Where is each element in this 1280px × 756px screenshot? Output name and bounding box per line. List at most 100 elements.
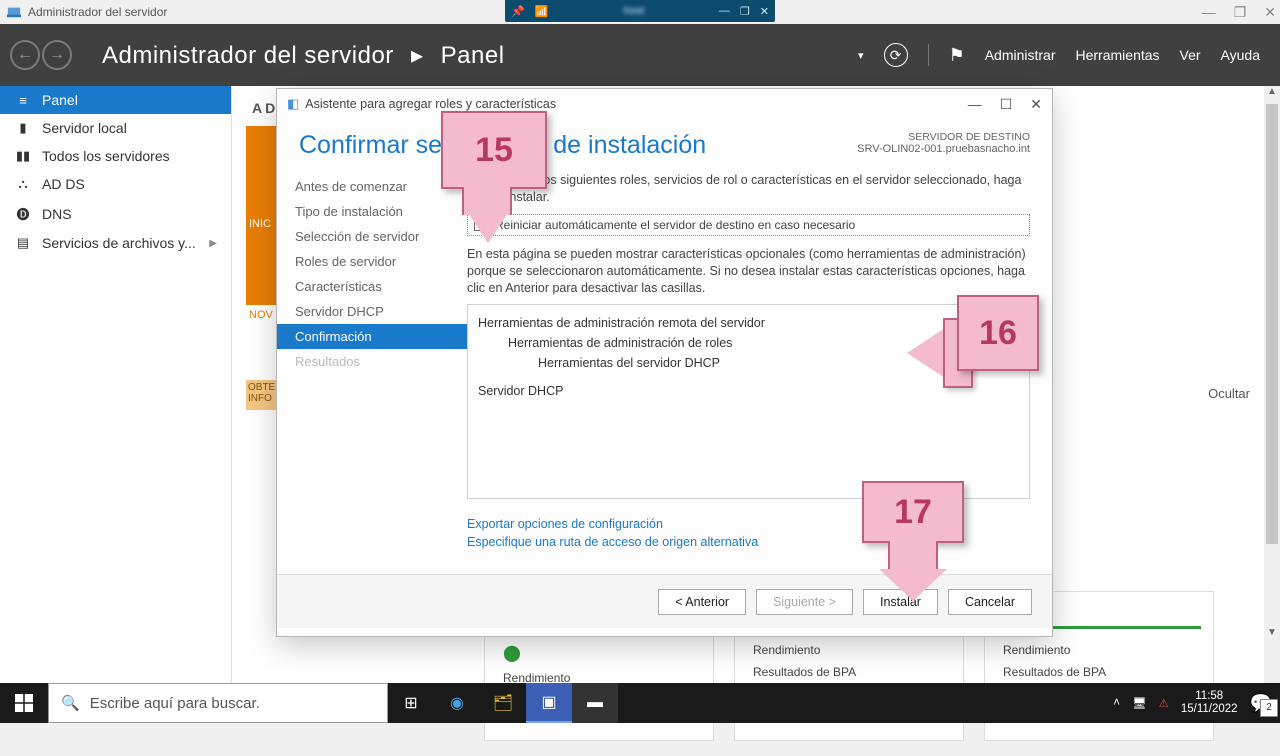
search-placeholder: Escribe aquí para buscar. — [90, 695, 260, 712]
wizard-step-type[interactable]: Tipo de instalación — [277, 199, 467, 224]
app-title: Administrador del servidor — [28, 5, 167, 19]
wizard-intro-text: Para instalar los siguientes roles, serv… — [467, 172, 1030, 206]
task-view-button[interactable]: ⊞ — [388, 683, 434, 723]
wizard-step-confirm[interactable]: Confirmación — [277, 324, 467, 349]
clock-time: 11:58 — [1181, 690, 1238, 703]
wizard-heading: Confirmar selecciones de instalación SER… — [277, 119, 1052, 164]
sidebar-item-files[interactable]: ▤Servicios de archivos y...▶ — [0, 229, 231, 257]
wizard-icon: ◧ — [287, 96, 299, 112]
wizard-step-server[interactable]: Selección de servidor — [277, 224, 467, 249]
menu-ayuda[interactable]: Ayuda — [1221, 47, 1260, 63]
server-icon: ▮ — [14, 120, 32, 136]
nav-forward-button[interactable]: → — [42, 40, 72, 70]
wizard-step-features[interactable]: Características — [277, 274, 467, 299]
host-close-icon[interactable]: ✕ — [1264, 4, 1276, 21]
divider — [928, 44, 929, 66]
notification-button[interactable]: 💬 2 — [1250, 693, 1272, 714]
wizard-maximize-icon[interactable]: ☐ — [1000, 96, 1013, 113]
sidebar-item-local[interactable]: ▮ Servidor local — [0, 114, 231, 142]
sidebar-item-dns[interactable]: 🅓DNS — [0, 198, 231, 229]
taskbar-search[interactable]: 🔍 Escribe aquí para buscar. — [48, 683, 388, 723]
rdp-close-icon[interactable]: ✕ — [760, 5, 769, 18]
rdp-connection-bar[interactable]: 📌 📶 host — ❐ ✕ — [505, 0, 775, 22]
scrollbar-vertical[interactable]: ▲ ▼ — [1264, 86, 1280, 683]
sidebar-item-all[interactable]: ▮▮Todos los servidores — [0, 142, 231, 170]
taskbar-explorer-icon[interactable]: 🗂 — [480, 683, 526, 723]
wizard-note-text: En esta página se pueden mostrar caracte… — [467, 246, 1030, 297]
annotation-15-stem — [462, 187, 512, 215]
rdp-minimize-icon[interactable]: — — [719, 5, 730, 17]
breadcrumb-sep: ▸ — [411, 42, 424, 69]
tile-row-bpa: Resultados de BPA — [735, 661, 963, 683]
rdp-restore-icon[interactable]: ❐ — [740, 5, 750, 18]
tile-row-item: ⬤ — [485, 639, 713, 667]
wizard-step-roles[interactable]: Roles de servidor — [277, 249, 467, 274]
rdp-host-name: host — [548, 5, 719, 17]
scroll-thumb[interactable] — [1266, 104, 1278, 544]
scroll-down-icon[interactable]: ▼ — [1264, 627, 1280, 643]
annotation-16: 16 — [957, 295, 1039, 371]
rdp-pin-icon[interactable]: 📌 — [511, 5, 525, 18]
windows-icon — [15, 694, 33, 712]
wizard-step-before[interactable]: Antes de comenzar — [277, 174, 467, 199]
next-button: Siguiente > — [756, 589, 853, 615]
wizard-minimize-icon[interactable]: — — [968, 96, 982, 113]
sidebar-item-panel[interactable]: ≡Panel — [0, 86, 231, 114]
wizard-step-results: Resultados — [277, 349, 467, 374]
sidebar: ≡Panel ▮ Servidor local ▮▮Todos los servi… — [0, 86, 232, 683]
auto-restart-checkbox-row[interactable]: Reiniciar automáticamente el servidor de… — [467, 214, 1030, 236]
annotation-17: 17 — [862, 481, 964, 543]
tray-up-icon[interactable]: ˄ — [1113, 697, 1120, 709]
cancel-button[interactable]: Cancelar — [948, 589, 1032, 615]
mas-info-tile: OBTE INFO — [246, 380, 280, 410]
taskbar-server-manager-icon[interactable]: ▣ — [526, 683, 572, 723]
server-manager-icon — [6, 4, 22, 20]
outer-titlebar: Administrador del servidor 📌 📶 host — ❐ … — [0, 0, 1280, 24]
taskbar-cmd-icon[interactable]: ▬ — [572, 683, 618, 723]
tile-row-perf: Rendimiento — [985, 639, 1213, 661]
files-icon: ▤ — [14, 235, 32, 251]
novedades-label: NOV — [246, 305, 276, 329]
refresh-button[interactable]: ⟳ — [884, 43, 908, 67]
wizard-titlebar[interactable]: ◧ Asistente para agregar roles y caracte… — [277, 89, 1052, 119]
wizard-close-icon[interactable]: ✕ — [1030, 96, 1042, 113]
tray-network-icon[interactable]: ⚠ — [1159, 696, 1169, 710]
dest-server-name: SRV-OLIN02-001.pruebasnacho.int — [857, 143, 1030, 155]
sidebar-item-adds[interactable]: ⛬AD DS — [0, 170, 231, 198]
sidebar-item-label: Servidor local — [42, 120, 127, 136]
tray-display-icon[interactable]: 🖥 — [1132, 696, 1147, 710]
wizard-steps: Antes de comenzar Tipo de instalación Se… — [277, 164, 467, 574]
breadcrumb-app: Administrador del servidor — [102, 42, 394, 69]
annotation-17-text: 17 — [894, 493, 932, 532]
flag-icon[interactable]: ⚑ — [949, 45, 965, 66]
host-minimize-icon[interactable]: — — [1202, 4, 1216, 21]
system-tray[interactable]: ˄ 🖥 ⚠ 11:58 15/11/2022 💬 2 — [1105, 690, 1280, 716]
taskbar[interactable]: 🔍 Escribe aquí para buscar. ⊞ ◉ 🗂 ▣ ▬ ˄ … — [0, 683, 1280, 723]
rdp-signal-icon: 📶 — [535, 5, 549, 18]
menu-ver[interactable]: Ver — [1180, 47, 1201, 63]
auto-restart-label: Reiniciar automáticamente el servidor de… — [495, 218, 855, 232]
taskbar-edge-icon[interactable]: ◉ — [434, 683, 480, 723]
wizard-step-dhcp[interactable]: Servidor DHCP — [277, 299, 467, 324]
breadcrumb: Administrador del servidor ▸ Panel — [102, 41, 505, 70]
hide-link[interactable]: Ocultar — [1208, 386, 1250, 401]
feature-item: Servidor DHCP — [478, 381, 1019, 401]
host-restore-icon[interactable]: ❐ — [1234, 4, 1247, 21]
menu-herramientas[interactable]: Herramientas — [1076, 47, 1160, 63]
scroll-up-icon[interactable]: ▲ — [1264, 86, 1280, 102]
host-window-controls: — ❐ ✕ — [1202, 4, 1276, 21]
annotation-15-text: 15 — [475, 131, 513, 170]
sidebar-item-label: Panel — [42, 92, 78, 108]
menu-administrar[interactable]: Administrar — [985, 47, 1056, 63]
breadcrumb-page: Panel — [441, 42, 505, 69]
nav-buttons: ← → — [10, 40, 72, 70]
annotation-16-arrowhead — [907, 328, 945, 378]
previous-button[interactable]: < Anterior — [658, 589, 746, 615]
start-button[interactable] — [0, 683, 48, 723]
dropdown-caret-icon[interactable]: ▾ — [858, 49, 864, 62]
status-up-icon: ⬤ — [503, 645, 521, 662]
annotation-15-arrow — [468, 213, 508, 243]
info-label: INFO — [248, 393, 272, 404]
taskbar-clock[interactable]: 11:58 15/11/2022 — [1181, 690, 1238, 716]
nav-back-button[interactable]: ← — [10, 40, 40, 70]
